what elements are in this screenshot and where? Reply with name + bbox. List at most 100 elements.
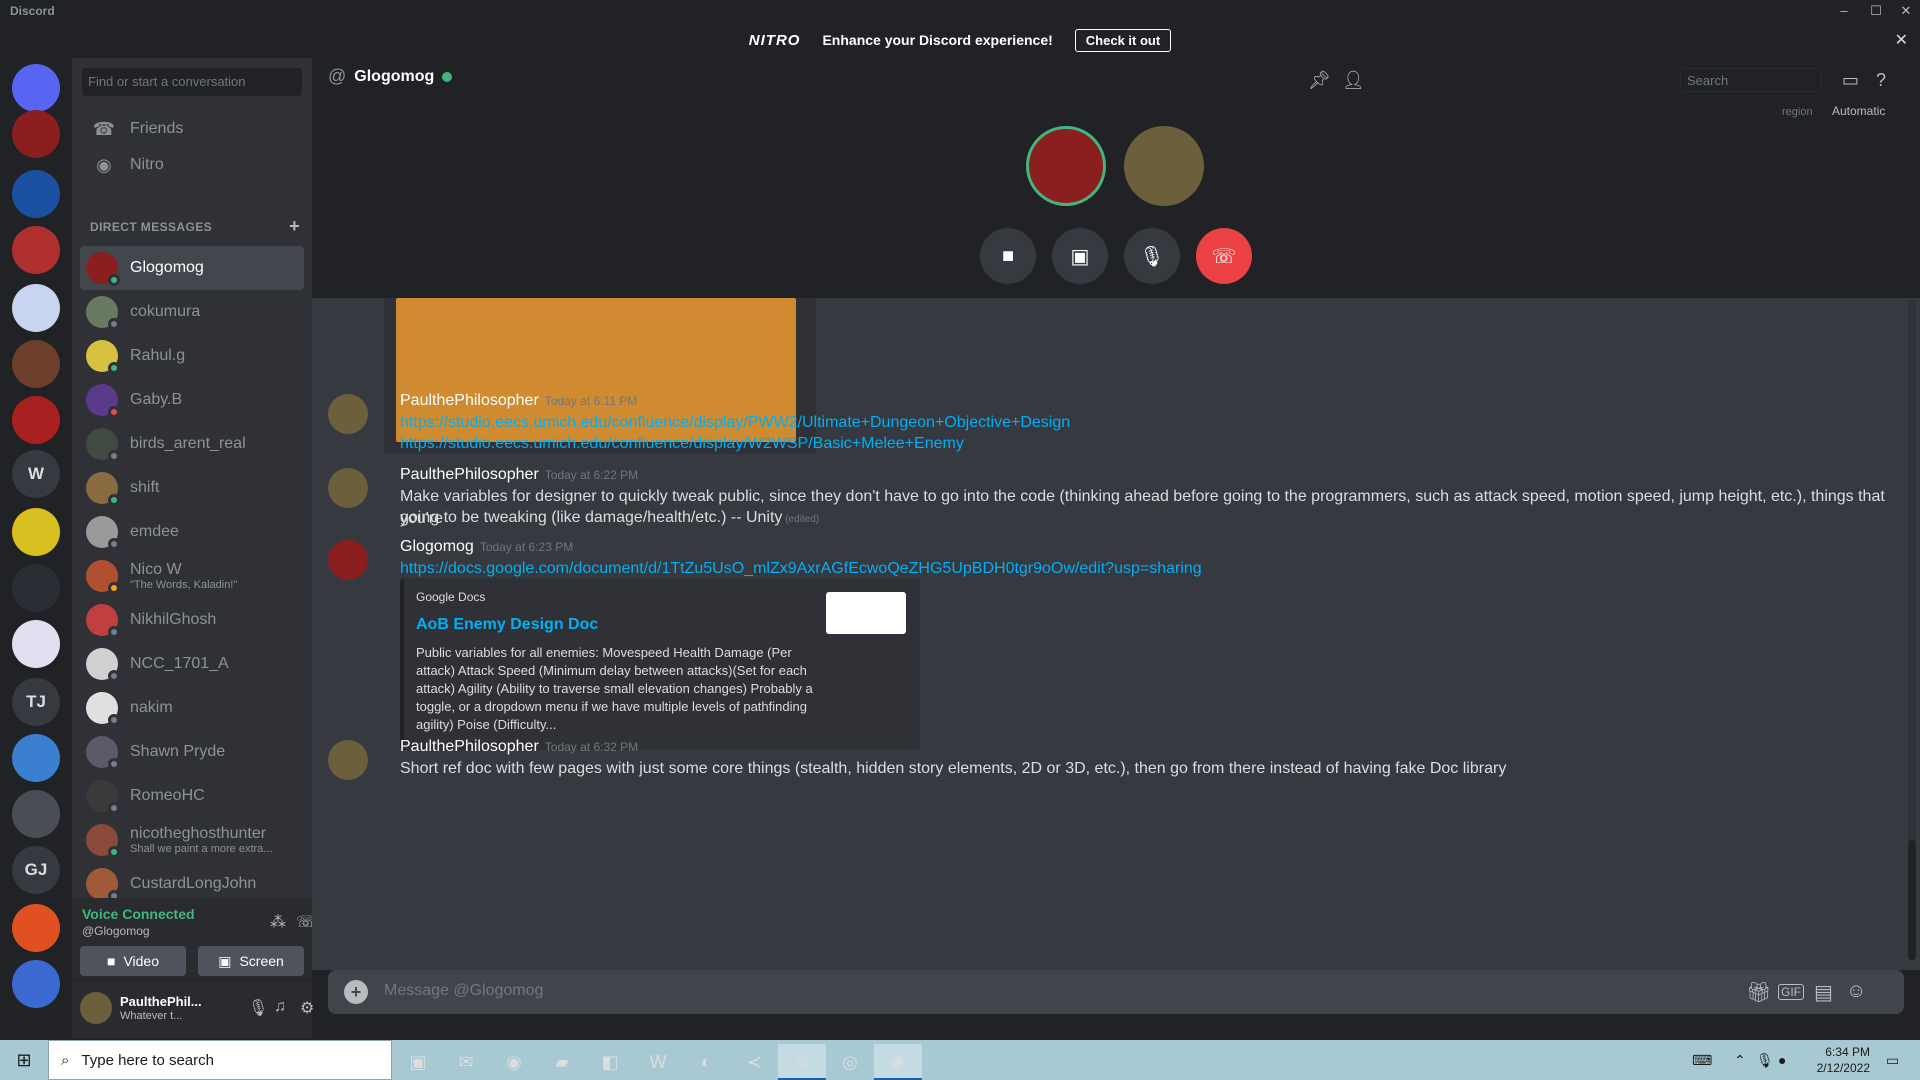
file-explorer-icon[interactable]: ▰ [538, 1044, 586, 1080]
message-author[interactable]: PaulthePhilosopher [400, 466, 539, 483]
server-tj[interactable]: TJ [12, 678, 60, 726]
edge-icon[interactable]: ◐ [682, 1044, 730, 1080]
maximize-button[interactable]: ☐ [1862, 1, 1890, 21]
sticker-icon[interactable]: ▤ [1814, 980, 1833, 1005]
dm-item[interactable]: Rahul.g [80, 334, 304, 378]
dm-item[interactable]: Shawn Pryde [80, 730, 304, 774]
dm-item[interactable]: Gaby.B [80, 378, 304, 422]
server-avatar[interactable] [12, 284, 60, 332]
dm-item[interactable]: emdee [80, 510, 304, 554]
tray-microphone-icon[interactable]: 🎙︎ [1756, 1052, 1774, 1069]
server-avatar[interactable] [12, 110, 60, 158]
screen-share-call-button[interactable]: ▣ [1052, 228, 1108, 284]
message-composer[interactable]: + Message @Glogomog 🎁︎ GIF ▤ ☺ [328, 970, 1904, 1014]
server-avatar[interactable] [12, 564, 60, 612]
help-icon[interactable]: ? [1876, 70, 1886, 91]
embed-thumbnail[interactable] [826, 592, 906, 634]
create-dm-icon[interactable]: + [289, 216, 300, 237]
pin-icon[interactable]: 📌︎ [1308, 70, 1331, 91]
server-avatar[interactable] [12, 170, 60, 218]
settings-gear-icon[interactable]: ⚙ [300, 998, 314, 1018]
message-link[interactable]: https://docs.google.com/document/d/1TtZu… [400, 558, 1202, 580]
emoji-icon[interactable]: ☺ [1846, 980, 1866, 1003]
find-conversation-input[interactable]: Find or start a conversation [82, 68, 302, 96]
server-w[interactable]: W [12, 450, 60, 498]
word-icon[interactable]: W [634, 1044, 682, 1080]
github-icon[interactable]: ◉ [490, 1044, 538, 1080]
dm-item[interactable]: Glogomog [80, 246, 304, 290]
server-avatar[interactable] [12, 226, 60, 274]
server-avatar[interactable] [12, 960, 60, 1008]
avatar[interactable] [328, 740, 368, 780]
server-avatar[interactable] [12, 620, 60, 668]
windows-start-icon[interactable]: ⊞ [0, 1040, 48, 1080]
office-icon[interactable]: ◧ [586, 1044, 634, 1080]
dm-item[interactable]: RomeoHC [80, 774, 304, 818]
keyboard-icon[interactable]: ⌨ [1692, 1052, 1712, 1069]
message-link[interactable]: https://studio.eecs.umich.edu/confluence… [400, 412, 1070, 434]
message-author[interactable]: PaulthePhilosopher [400, 392, 539, 409]
server-avatar[interactable] [12, 508, 60, 556]
store-icon[interactable]: ▣ [394, 1044, 442, 1080]
user-avatar[interactable] [80, 992, 112, 1024]
mail-icon[interactable]: ✉ [442, 1044, 490, 1080]
noise-suppression-icon[interactable]: ⁂ [270, 912, 286, 932]
server-avatar[interactable] [12, 734, 60, 782]
discord-taskbar-icon[interactable]: ☺ [778, 1044, 826, 1080]
close-banner-icon[interactable]: ✕ [1895, 30, 1908, 50]
call-participant-self[interactable] [1124, 126, 1204, 206]
notifications-icon[interactable]: ▭ [1886, 1052, 1899, 1069]
screen-share-button[interactable]: ▣ Screen [198, 946, 304, 976]
taskbar-clock[interactable]: 6:34 PM 2/12/2022 [1817, 1044, 1870, 1076]
call-participant-glogomog[interactable] [1026, 126, 1106, 206]
close-window-button[interactable]: ✕ [1892, 1, 1920, 21]
chrome-icon[interactable]: ◉ [874, 1044, 922, 1080]
server-avatar[interactable] [12, 340, 60, 388]
tray-status-icon[interactable]: ● [1778, 1052, 1786, 1068]
message-link[interactable]: https://studio.eecs.umich.edu/confluence… [400, 433, 964, 455]
dm-item[interactable]: NCC_1701_A [80, 642, 304, 686]
avatar[interactable] [328, 468, 368, 508]
discord-home-icon[interactable] [12, 64, 60, 112]
microphone-icon[interactable]: 🎙︎ [248, 998, 268, 1018]
username: PaulthePhil... [120, 994, 202, 1009]
inbox-icon[interactable]: ▭ [1842, 70, 1859, 91]
server-avatar[interactable] [12, 790, 60, 838]
video-button[interactable]: ■ Video [80, 946, 186, 976]
scrollbar-thumb[interactable] [1908, 840, 1916, 960]
add-friend-to-dm-icon[interactable]: 👤︎ [1342, 70, 1365, 91]
dm-item[interactable]: NikhilGhosh [80, 598, 304, 642]
avatar[interactable] [328, 540, 368, 580]
server-gj[interactable]: GJ [12, 846, 60, 894]
tray-chevron-icon[interactable]: ⌃ [1734, 1052, 1746, 1069]
server-avatar[interactable] [12, 904, 60, 952]
gift-icon[interactable]: 🎁︎ [1746, 980, 1771, 1005]
dm-item[interactable]: nakim [80, 686, 304, 730]
gif-button[interactable]: GIF [1778, 984, 1804, 1000]
camera-button[interactable]: ■ [980, 228, 1036, 284]
sidebar-item-nitro[interactable]: ◉ Nitro [80, 144, 304, 186]
dm-item[interactable]: Nico W "The Words, Kaladin!" [80, 554, 304, 598]
server-avatar[interactable] [12, 396, 60, 444]
taskbar-search-input[interactable]: ⌕ Type here to search [48, 1040, 392, 1080]
message-author[interactable]: Glogomog [400, 538, 474, 555]
header-search-input[interactable]: Search [1680, 68, 1822, 92]
leave-call-button[interactable]: ☏ [1196, 228, 1252, 284]
dm-item[interactable]: cokumura [80, 290, 304, 334]
vscode-icon[interactable]: ≺ [730, 1044, 778, 1080]
dm-item[interactable]: birds_arent_real [80, 422, 304, 466]
embed-title[interactable]: AoB Enemy Design Doc [416, 616, 598, 634]
region-select[interactable]: Automatic [1832, 104, 1885, 118]
app-red-icon[interactable]: ◎ [826, 1044, 874, 1080]
dm-item[interactable]: shift [80, 466, 304, 510]
message-author[interactable]: PaulthePhilosopher [400, 738, 539, 755]
dm-item[interactable]: nicotheghosthunter Shall we paint a more … [80, 818, 304, 862]
message-input[interactable]: Message @Glogomog [384, 982, 543, 1000]
mute-button[interactable]: 🎙︎ [1124, 228, 1180, 284]
check-it-out-button[interactable]: Check it out [1074, 28, 1172, 52]
chat-scrollbar[interactable] [1908, 300, 1916, 960]
minimize-button[interactable]: – [1830, 1, 1858, 21]
upload-plus-icon[interactable]: + [344, 980, 368, 1004]
avatar[interactable] [328, 394, 368, 434]
headphones-icon[interactable]: ♫ [274, 998, 286, 1016]
